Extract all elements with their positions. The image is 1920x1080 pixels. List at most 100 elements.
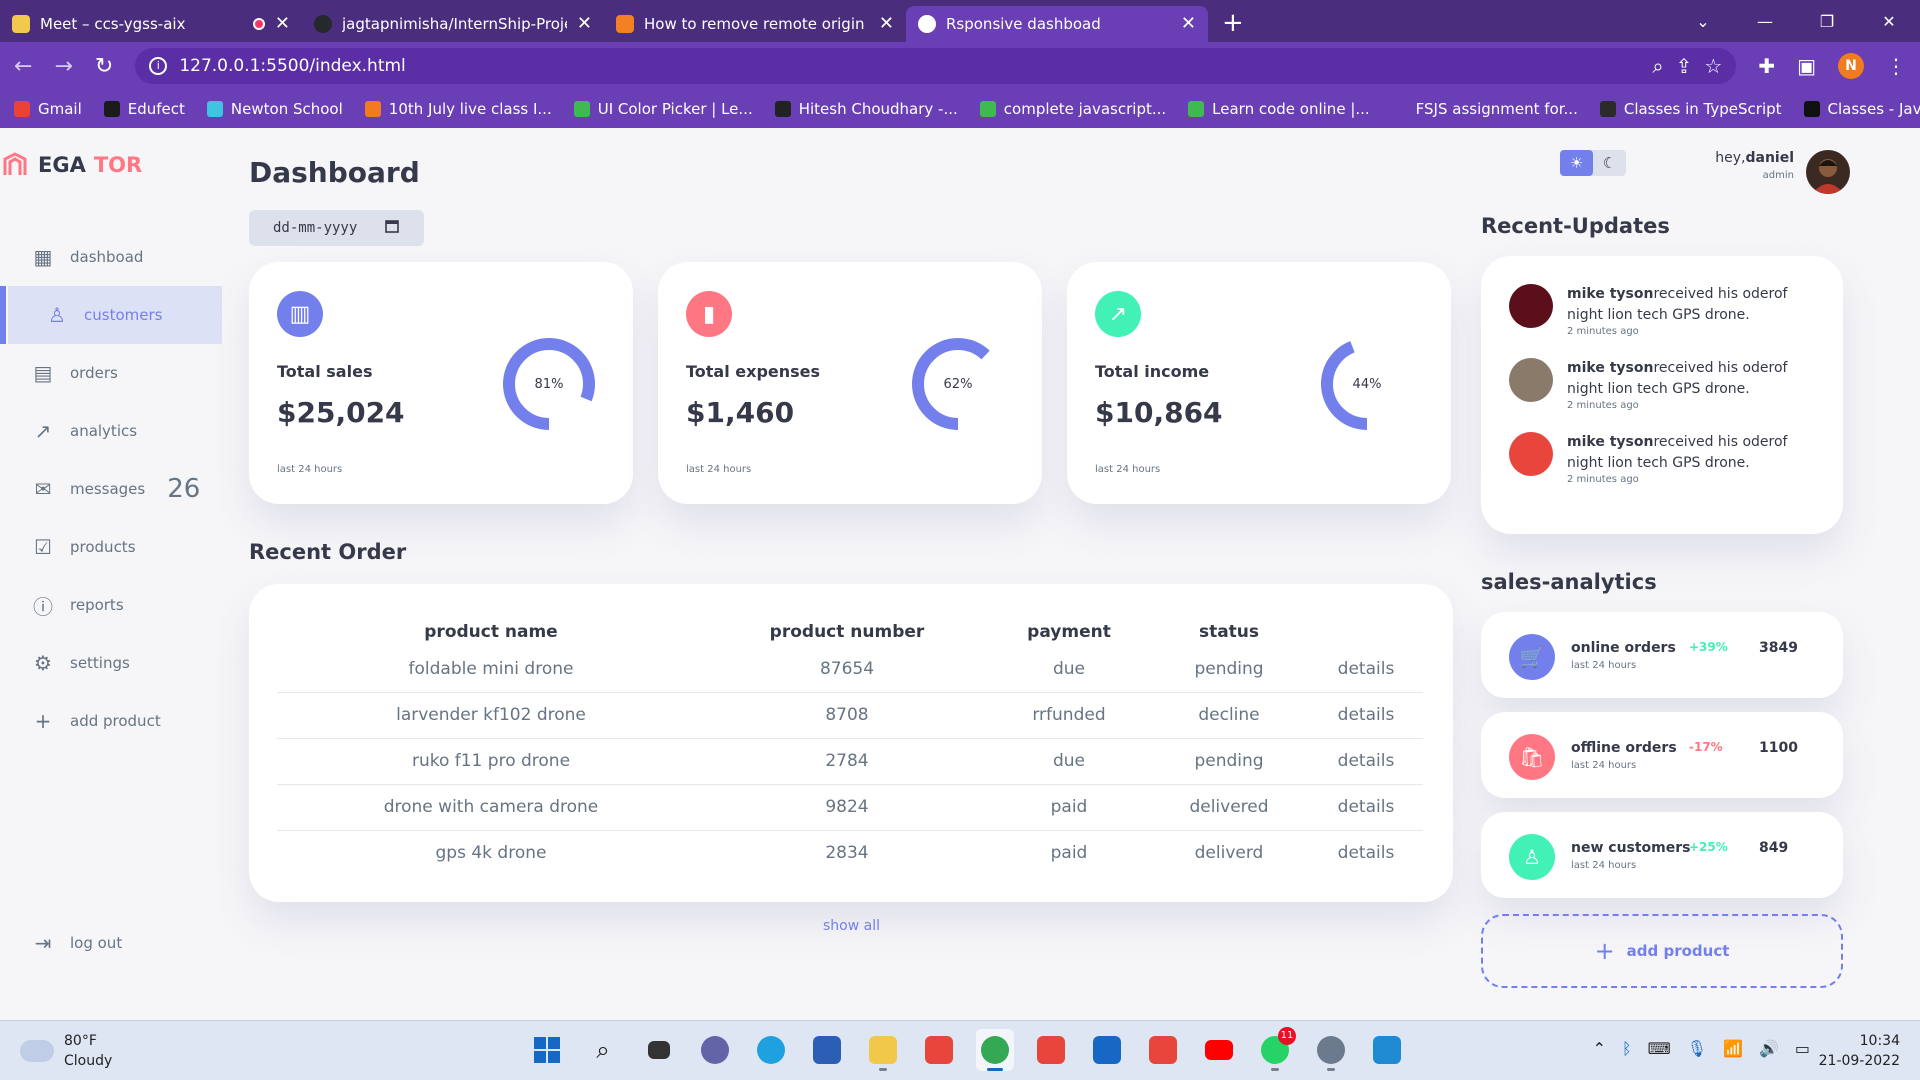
edge-icon[interactable] bbox=[752, 1029, 790, 1071]
tab-search-icon[interactable]: ⌄ bbox=[1672, 12, 1734, 31]
info-icon[interactable]: i bbox=[149, 57, 168, 75]
back-icon[interactable]: ← bbox=[14, 54, 32, 79]
bookmark-item[interactable]: complete javascript... bbox=[979, 100, 1166, 118]
sidebar-item-orders[interactable]: ▤ orders bbox=[0, 344, 222, 402]
profile-avatar[interactable]: N bbox=[1838, 53, 1864, 79]
logo-icon bbox=[0, 150, 30, 180]
bookmark-item[interactable]: 10th July live class I... bbox=[364, 100, 552, 118]
status-cell: decline bbox=[1149, 692, 1309, 739]
file-explorer-icon[interactable] bbox=[864, 1029, 902, 1071]
restore-icon[interactable]: ❐ bbox=[1796, 12, 1858, 31]
sidebar-item-products[interactable]: ☑ products bbox=[0, 518, 222, 576]
close-window-icon[interactable]: ✕ bbox=[1858, 12, 1920, 31]
store-icon[interactable] bbox=[808, 1029, 846, 1071]
details-link[interactable]: details bbox=[1309, 830, 1423, 876]
bookmark-icon bbox=[364, 101, 381, 117]
reload-icon[interactable]: ↻ bbox=[95, 54, 113, 79]
sales-analytics-item: 🛒 online orders last 24 hours +39% 3849 bbox=[1481, 612, 1843, 698]
tab-github[interactable]: jagtapnimisha/InternShip-Project ✕ bbox=[302, 6, 604, 42]
weather-widget[interactable]: 80°F Cloudy bbox=[20, 1031, 112, 1071]
teams-chat-icon[interactable] bbox=[696, 1029, 734, 1071]
tab-dashboard[interactable]: Rsponsive dashboad ✕ bbox=[906, 6, 1208, 42]
side-panel-icon[interactable]: ▣ bbox=[1797, 54, 1816, 78]
extensions-icon[interactable]: ✚ bbox=[1758, 54, 1775, 78]
details-link[interactable]: details bbox=[1309, 738, 1423, 785]
close-icon[interactable]: ✕ bbox=[1181, 15, 1196, 33]
bookmark-item[interactable]: Gmail bbox=[14, 100, 82, 118]
bookmark-item[interactable]: Newton School bbox=[206, 100, 343, 118]
date-input[interactable]: dd-mm-yyyy bbox=[249, 210, 424, 246]
wifi-icon[interactable]: 📶 bbox=[1723, 1039, 1743, 1058]
chrome-icon[interactable] bbox=[976, 1029, 1014, 1071]
close-icon[interactable]: ✕ bbox=[275, 15, 290, 33]
calendar-icon[interactable] bbox=[385, 219, 400, 237]
sidebar-item-dashboad[interactable]: ▦ dashboad bbox=[0, 228, 222, 286]
bookmark-item[interactable]: Learn code online |... bbox=[1188, 100, 1370, 118]
tab-stackoverflow[interactable]: How to remove remote origin fro ✕ bbox=[604, 6, 906, 42]
clock-time: 10:34 bbox=[1859, 1033, 1900, 1049]
sidebar-item-messages[interactable]: ✉ messages 26 bbox=[0, 460, 222, 518]
bookmark-item[interactable]: UI Color Picker | Le... bbox=[573, 100, 753, 118]
details-link[interactable]: details bbox=[1309, 692, 1423, 739]
url-text: 127.0.0.1:5500/index.html bbox=[179, 56, 406, 76]
chevron-up-icon[interactable]: ⌃ bbox=[1593, 1039, 1606, 1058]
bookmark-item[interactable]: Edufect bbox=[103, 100, 185, 118]
theme-toggle[interactable]: ☀ ☾ bbox=[1560, 150, 1626, 176]
star-icon[interactable]: ☆ bbox=[1704, 54, 1722, 78]
sun-icon[interactable]: ☀ bbox=[1560, 150, 1593, 176]
bookmark-icon bbox=[103, 101, 120, 117]
gear-icon: ⚙ bbox=[34, 651, 52, 675]
sidebar-item-reports[interactable]: ⓘ reports bbox=[0, 576, 222, 634]
dashboard-page: EGA TOR ▦ dashboad ♙ customers ▤ orders ↗ analy… bbox=[0, 128, 1920, 1020]
add-product-button[interactable]: + add product bbox=[1481, 914, 1843, 988]
whatsapp-icon[interactable]: 11 bbox=[1256, 1027, 1296, 1071]
details-link[interactable]: details bbox=[1309, 784, 1423, 831]
office-icon[interactable] bbox=[920, 1029, 958, 1071]
minimize-icon[interactable]: — bbox=[1734, 12, 1796, 31]
details-link[interactable]: details bbox=[1309, 646, 1423, 693]
new-tab-button[interactable]: + bbox=[1208, 8, 1258, 42]
bookmark-item[interactable]: Hitesh Choudhary -... bbox=[774, 100, 958, 118]
share-icon[interactable]: ⇪ bbox=[1676, 54, 1693, 78]
start-button[interactable] bbox=[528, 1029, 566, 1071]
youtube-icon[interactable] bbox=[1200, 1029, 1238, 1071]
bookmark-item[interactable]: Classes - JavaScript... bbox=[1803, 100, 1920, 118]
bluetooth-icon[interactable]: ᛒ bbox=[1622, 1039, 1632, 1058]
profile-photo[interactable] bbox=[1806, 150, 1850, 194]
sidebar-item-customers[interactable]: ♙ customers bbox=[0, 286, 222, 344]
keyboard-icon[interactable]: ⌨ bbox=[1648, 1039, 1671, 1058]
bookmark-item[interactable]: Classes in TypeScript bbox=[1599, 100, 1782, 118]
bookmark-item[interactable]: FSJS assignment for... bbox=[1391, 100, 1578, 118]
office-alt-icon[interactable] bbox=[1032, 1029, 1070, 1071]
sales-analytics-item: ♙ new customers last 24 hours +25% 849 bbox=[1481, 812, 1843, 898]
menu-icon[interactable]: ⋮ bbox=[1886, 54, 1906, 78]
task-view-icon[interactable] bbox=[640, 1029, 678, 1071]
product-name-cell: drone with camera drone bbox=[277, 784, 705, 831]
clock[interactable]: 10:34 21-09-2022 bbox=[1819, 1031, 1900, 1071]
vscode-icon[interactable] bbox=[1368, 1029, 1406, 1071]
close-icon[interactable]: ✕ bbox=[577, 15, 592, 33]
date-placeholder: dd-mm-yyyy bbox=[273, 220, 358, 236]
zoom-icon[interactable]: ⌕ bbox=[1652, 54, 1663, 78]
url-field[interactable]: i 127.0.0.1:5500/index.html ⌕ ⇪ ☆ bbox=[135, 48, 1737, 84]
sidebar-item-analytics[interactable]: ↗ analytics bbox=[0, 402, 222, 460]
search-icon[interactable]: ⌕ bbox=[584, 1029, 622, 1071]
forward-icon[interactable]: → bbox=[54, 54, 72, 79]
column-header: payment bbox=[1027, 622, 1111, 642]
sidebar-item-settings[interactable]: ⚙ settings bbox=[0, 634, 222, 692]
analytics-value: 849 bbox=[1759, 840, 1789, 856]
clipboard-icon: ☑ bbox=[34, 535, 52, 559]
battery-icon[interactable]: ▭ bbox=[1795, 1039, 1810, 1058]
show-all-link[interactable]: show all bbox=[0, 918, 1703, 934]
wps-icon[interactable] bbox=[1144, 1029, 1182, 1071]
mail-icon[interactable] bbox=[1088, 1029, 1126, 1071]
sidebar-item-add-product[interactable]: + add product bbox=[0, 692, 222, 750]
moon-icon[interactable]: ☾ bbox=[1593, 150, 1626, 176]
microphone-icon[interactable]: 🎙 bbox=[1687, 1039, 1707, 1058]
volume-icon[interactable]: 🔊 bbox=[1759, 1039, 1779, 1058]
close-icon[interactable]: ✕ bbox=[879, 15, 894, 33]
update-time: 2 minutes ago bbox=[1567, 400, 1639, 411]
settings-icon[interactable] bbox=[1312, 1029, 1350, 1071]
stat-value: $25,024 bbox=[277, 396, 405, 429]
tab-meet[interactable]: Meet – ccs-ygss-aix ✕ bbox=[0, 6, 302, 42]
